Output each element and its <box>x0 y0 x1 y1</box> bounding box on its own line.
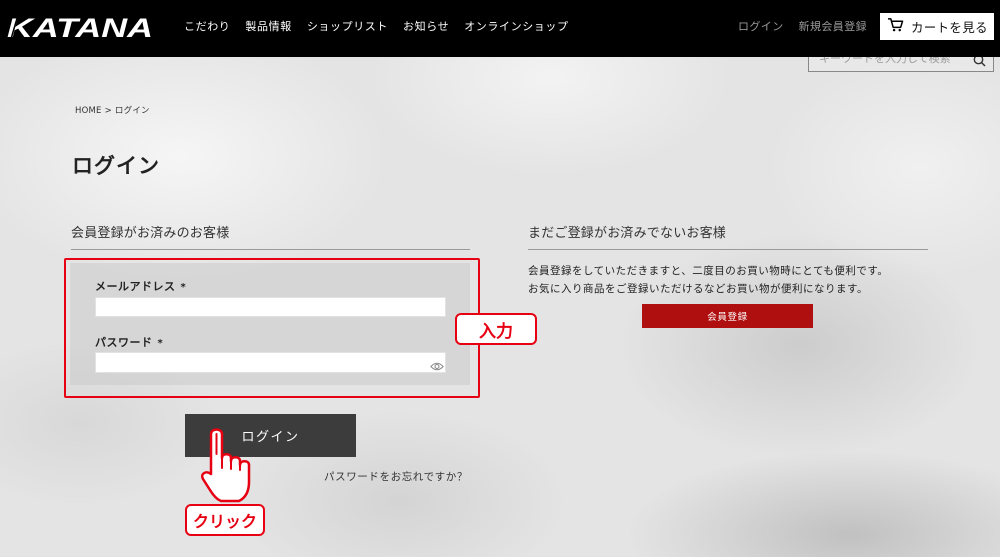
member-login-heading: 会員登録がお済みのお客様 <box>71 226 230 241</box>
page-title: ログイン <box>72 154 160 178</box>
input-callout: 入力 <box>455 313 537 345</box>
description-line: 会員登録をしていただきますと、二度目のお買い物時にとても便利です。 <box>528 265 889 277</box>
hand-pointer-icon <box>198 424 254 504</box>
forgot-password-link[interactable]: パスワードをお忘れですか？ <box>324 470 468 484</box>
nav-item-news[interactable]: お知らせ <box>403 19 449 35</box>
logo-text: KATANA <box>7 13 153 43</box>
description-line: お気に入り商品をご登録いただけるなどお買い物が便利になります。 <box>528 283 868 295</box>
new-customer-description: 会員登録をしていただきますと、二度目のお買い物時にとても便利です。 お気に入り商… <box>528 262 888 298</box>
account-links: ログイン 新規会員登録 <box>738 19 867 35</box>
header-login-link[interactable]: ログイン <box>738 19 784 35</box>
new-customer-divider <box>528 249 928 250</box>
input-highlight-frame <box>64 258 480 398</box>
cart-icon <box>887 17 904 36</box>
register-button[interactable]: 会員登録 <box>642 304 813 328</box>
logo[interactable]: KATANA <box>5 13 157 43</box>
breadcrumb: HOME > ログイン <box>75 105 153 117</box>
header-register-link[interactable]: 新規会員登録 <box>799 19 867 35</box>
nav-item-products[interactable]: 製品情報 <box>245 19 291 35</box>
breadcrumb-home[interactable]: HOME <box>75 106 102 116</box>
click-callout: クリック <box>185 504 265 536</box>
breadcrumb-separator: > <box>104 106 112 116</box>
nav-item-kodawari[interactable]: こだわり <box>184 19 230 35</box>
nav-item-shop-list[interactable]: ショップリスト <box>307 19 388 35</box>
site-header: KATANA こだわり 製品情報 ショップリスト お知らせ オンラインショップ … <box>0 0 1000 57</box>
breadcrumb-current: ログイン <box>114 106 150 116</box>
new-customer-heading: まだご登録がお済みでないお客様 <box>528 226 727 241</box>
main-nav: こだわり 製品情報 ショップリスト お知らせ オンラインショップ <box>184 19 569 35</box>
cart-button-label: カートを見る <box>911 20 988 35</box>
cart-button[interactable]: カートを見る <box>880 13 994 40</box>
member-login-divider <box>71 249 470 250</box>
nav-item-online-shop[interactable]: オンラインショップ <box>464 19 568 35</box>
